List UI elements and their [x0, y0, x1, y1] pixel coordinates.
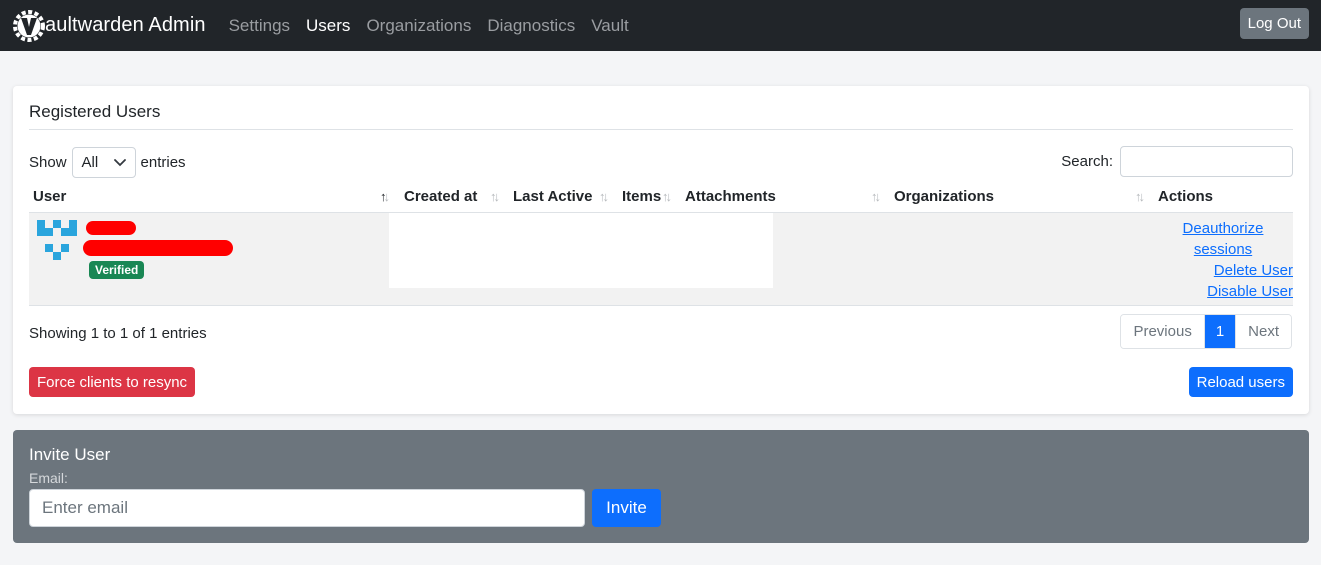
redacted-username: [86, 221, 136, 235]
column-organizations[interactable]: Organizations: [894, 188, 994, 205]
entries-label: entries: [140, 154, 186, 171]
length-control: Show All entries: [29, 147, 186, 178]
reload-users-button[interactable]: Reload users: [1188, 367, 1293, 397]
pagination-page-1[interactable]: 1: [1203, 315, 1236, 348]
logout-button[interactable]: Log Out: [1239, 8, 1309, 39]
nav-users[interactable]: Users: [306, 16, 350, 36]
sort-icon: ↑↓: [662, 189, 672, 204]
sort-icon: ↑↓: [1135, 189, 1145, 204]
row-actions: Deauthorize sessions Delete User Disable…: [1153, 218, 1293, 302]
nav-diagnostics[interactable]: Diagnostics: [487, 16, 575, 36]
sort-icon: ↑↓: [599, 189, 609, 204]
chevron-down-icon: [113, 158, 126, 166]
redacted-email: [83, 240, 233, 256]
brand[interactable]: aultwarden Admin: [12, 0, 206, 51]
pagination-next[interactable]: Next: [1235, 315, 1291, 348]
disable-user-link[interactable]: Disable User: [1153, 281, 1293, 302]
column-attachments[interactable]: Attachments: [685, 188, 776, 205]
card-title: Registered Users: [29, 102, 161, 121]
nav-links: Settings Users Organizations Diagnostics…: [229, 16, 645, 36]
deauthorize-sessions-link-cont[interactable]: sessions: [1153, 239, 1293, 260]
force-resync-button[interactable]: Force clients to resync: [29, 367, 196, 397]
length-value: All: [81, 154, 99, 171]
nav-vault[interactable]: Vault: [591, 16, 629, 36]
sort-asc-icon: ↑↓: [380, 189, 390, 204]
nav-organizations[interactable]: Organizations: [366, 16, 471, 36]
vaultwarden-logo-icon: [13, 9, 45, 42]
entries-length-select[interactable]: All: [71, 147, 136, 178]
column-items[interactable]: Items: [622, 188, 661, 205]
table-row: Verified Deauthorize sessions Delete Use…: [29, 213, 1293, 305]
column-actions: Actions: [1158, 188, 1214, 205]
search-label: Search:: [1061, 153, 1113, 170]
invite-button[interactable]: Invite: [592, 489, 661, 527]
column-created-at[interactable]: Created at: [404, 188, 477, 205]
verified-badge: Verified: [89, 261, 145, 279]
column-last-active[interactable]: Last Active: [513, 188, 592, 205]
pagination: Previous 1 Next: [1120, 314, 1292, 349]
redacted-details-block: [389, 213, 773, 288]
sort-icon: ↑↓: [871, 189, 881, 204]
pagination-previous[interactable]: Previous: [1121, 315, 1204, 348]
delete-user-link[interactable]: Delete User: [1153, 260, 1293, 281]
email-input[interactable]: [29, 489, 585, 527]
deauthorize-sessions-link[interactable]: Deauthorize: [1153, 218, 1293, 239]
brand-title: aultwarden Admin: [45, 14, 206, 36]
table-info: Showing 1 to 1 of 1 entries: [29, 325, 207, 342]
column-user[interactable]: User: [33, 188, 66, 205]
search-input[interactable]: [1120, 146, 1293, 177]
search-control: Search:: [1061, 146, 1293, 177]
sort-icon: ↑↓: [490, 189, 500, 204]
invite-user-card: Invite User Email: Invite: [13, 430, 1309, 543]
row-divider: [29, 305, 1293, 306]
title-divider: [29, 129, 1293, 130]
table-header: User ↑↓ Created at ↑↓ Last Active ↑↓ Ite…: [29, 185, 1293, 213]
nav-settings[interactable]: Settings: [229, 16, 290, 36]
registered-users-card: Registered Users Show All entries Search…: [13, 86, 1309, 414]
user-identicon-avatar: [37, 220, 77, 260]
show-label: Show: [29, 154, 67, 171]
invite-title: Invite User: [29, 445, 111, 464]
top-navbar: aultwarden Admin Settings Users Organiza…: [0, 0, 1321, 51]
email-label: Email:: [29, 470, 68, 486]
